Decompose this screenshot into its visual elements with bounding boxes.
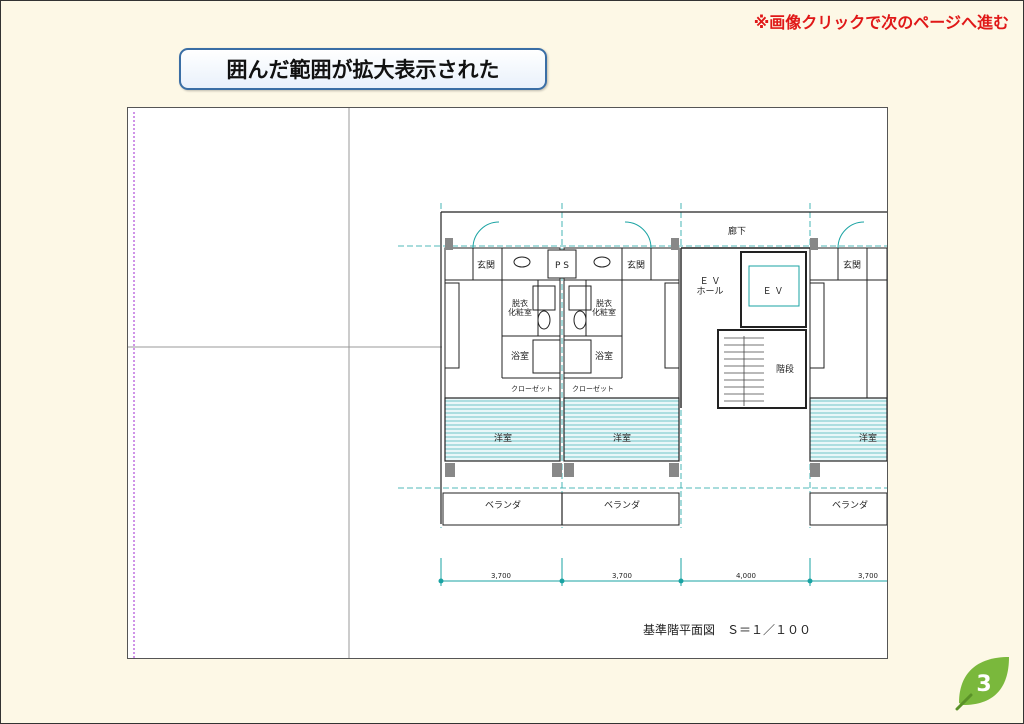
label-veranda: ベランダ <box>485 499 521 511</box>
label-washroom: 脱衣化粧室 <box>592 298 616 317</box>
label-bath: 浴室 <box>595 350 613 362</box>
label-washroom: 脱衣化粧室 <box>508 298 532 317</box>
slide[interactable]: ※画像クリックで次のページへ進む 囲んだ範囲が拡大表示された 廊下 玄関 玄関 … <box>0 0 1024 724</box>
label-veranda: ベランダ <box>604 499 640 511</box>
dimension-1: 3,700 <box>491 572 511 580</box>
label-bath: 浴室 <box>511 350 529 362</box>
floor-plan: 廊下 玄関 玄関 玄関 P S Ｅ Ｖホール Ｅ Ｖ 階段 脱衣化粧室 脱衣化粧… <box>128 108 887 658</box>
label-western-room: 洋室 <box>859 432 877 444</box>
unit2-western-room <box>563 397 680 462</box>
grid-lines <box>398 203 887 528</box>
label-entrance: 玄関 <box>627 259 645 271</box>
dimension-4: 3,700 <box>858 572 878 580</box>
dimension-2: 3,700 <box>612 572 632 580</box>
label-corridor: 廊下 <box>728 225 746 237</box>
unit3-western-room <box>809 397 887 462</box>
label-entrance: 玄関 <box>477 259 495 271</box>
unit1-western-room <box>444 397 561 462</box>
page-number: 3 <box>976 672 991 697</box>
label-entrance: 玄関 <box>843 259 861 271</box>
stair-treads <box>724 336 764 406</box>
label-ev-hall: Ｅ Ｖホール <box>696 277 723 297</box>
label-veranda: ベランダ <box>832 499 868 511</box>
label-stairs: 階段 <box>776 363 794 375</box>
label-western-room: 洋室 <box>494 432 512 444</box>
label-closet: クローゼット <box>511 384 553 393</box>
next-page-notice: ※画像クリックで次のページへ進む <box>753 13 1009 32</box>
label-western-room: 洋室 <box>613 432 631 444</box>
page-number-badge: 3 <box>953 651 1013 711</box>
cad-drawing-view[interactable]: 廊下 玄関 玄関 玄関 P S Ｅ Ｖホール Ｅ Ｖ 階段 脱衣化粧室 脱衣化粧… <box>127 107 888 659</box>
label-ev: Ｅ Ｖ <box>763 287 784 297</box>
leaf-icon: 3 <box>955 657 1009 711</box>
label-ps: P S <box>555 261 569 271</box>
label-closet: クローゼット <box>572 384 614 393</box>
dimension-3: 4,000 <box>736 572 756 580</box>
caption-box: 囲んだ範囲が拡大表示された <box>179 48 547 90</box>
sheet-title: 基準階平面図 Ｓ＝１／１００ <box>643 622 811 637</box>
